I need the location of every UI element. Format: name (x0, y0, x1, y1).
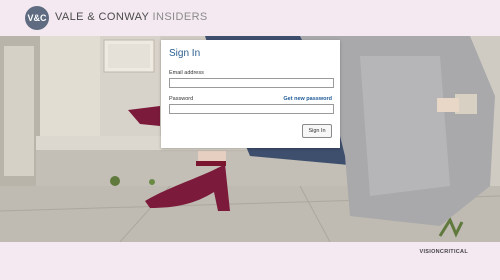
email-label: Email address (169, 70, 204, 76)
powered-by-logo: VISIONCRITICAL (419, 249, 468, 255)
sign-in-card: Sign In Email address Password Get new p… (161, 40, 340, 148)
forgot-password-link[interactable]: Get new password (283, 96, 332, 102)
top-header: V&C VALE & CONWAY INSIDERS (0, 0, 500, 36)
sign-in-title: Sign In (169, 48, 201, 59)
brand-suffix: INSIDERS (152, 11, 208, 23)
password-label: Password (169, 96, 194, 102)
sign-in-button[interactable]: Sign In (302, 124, 332, 138)
brand-main: VALE & CONWAY (55, 11, 150, 23)
password-field[interactable] (169, 104, 334, 114)
brand-name: VALE & CONWAY INSIDERS (55, 11, 208, 23)
brand-logo: V&C (25, 6, 49, 30)
email-field[interactable] (169, 78, 334, 88)
